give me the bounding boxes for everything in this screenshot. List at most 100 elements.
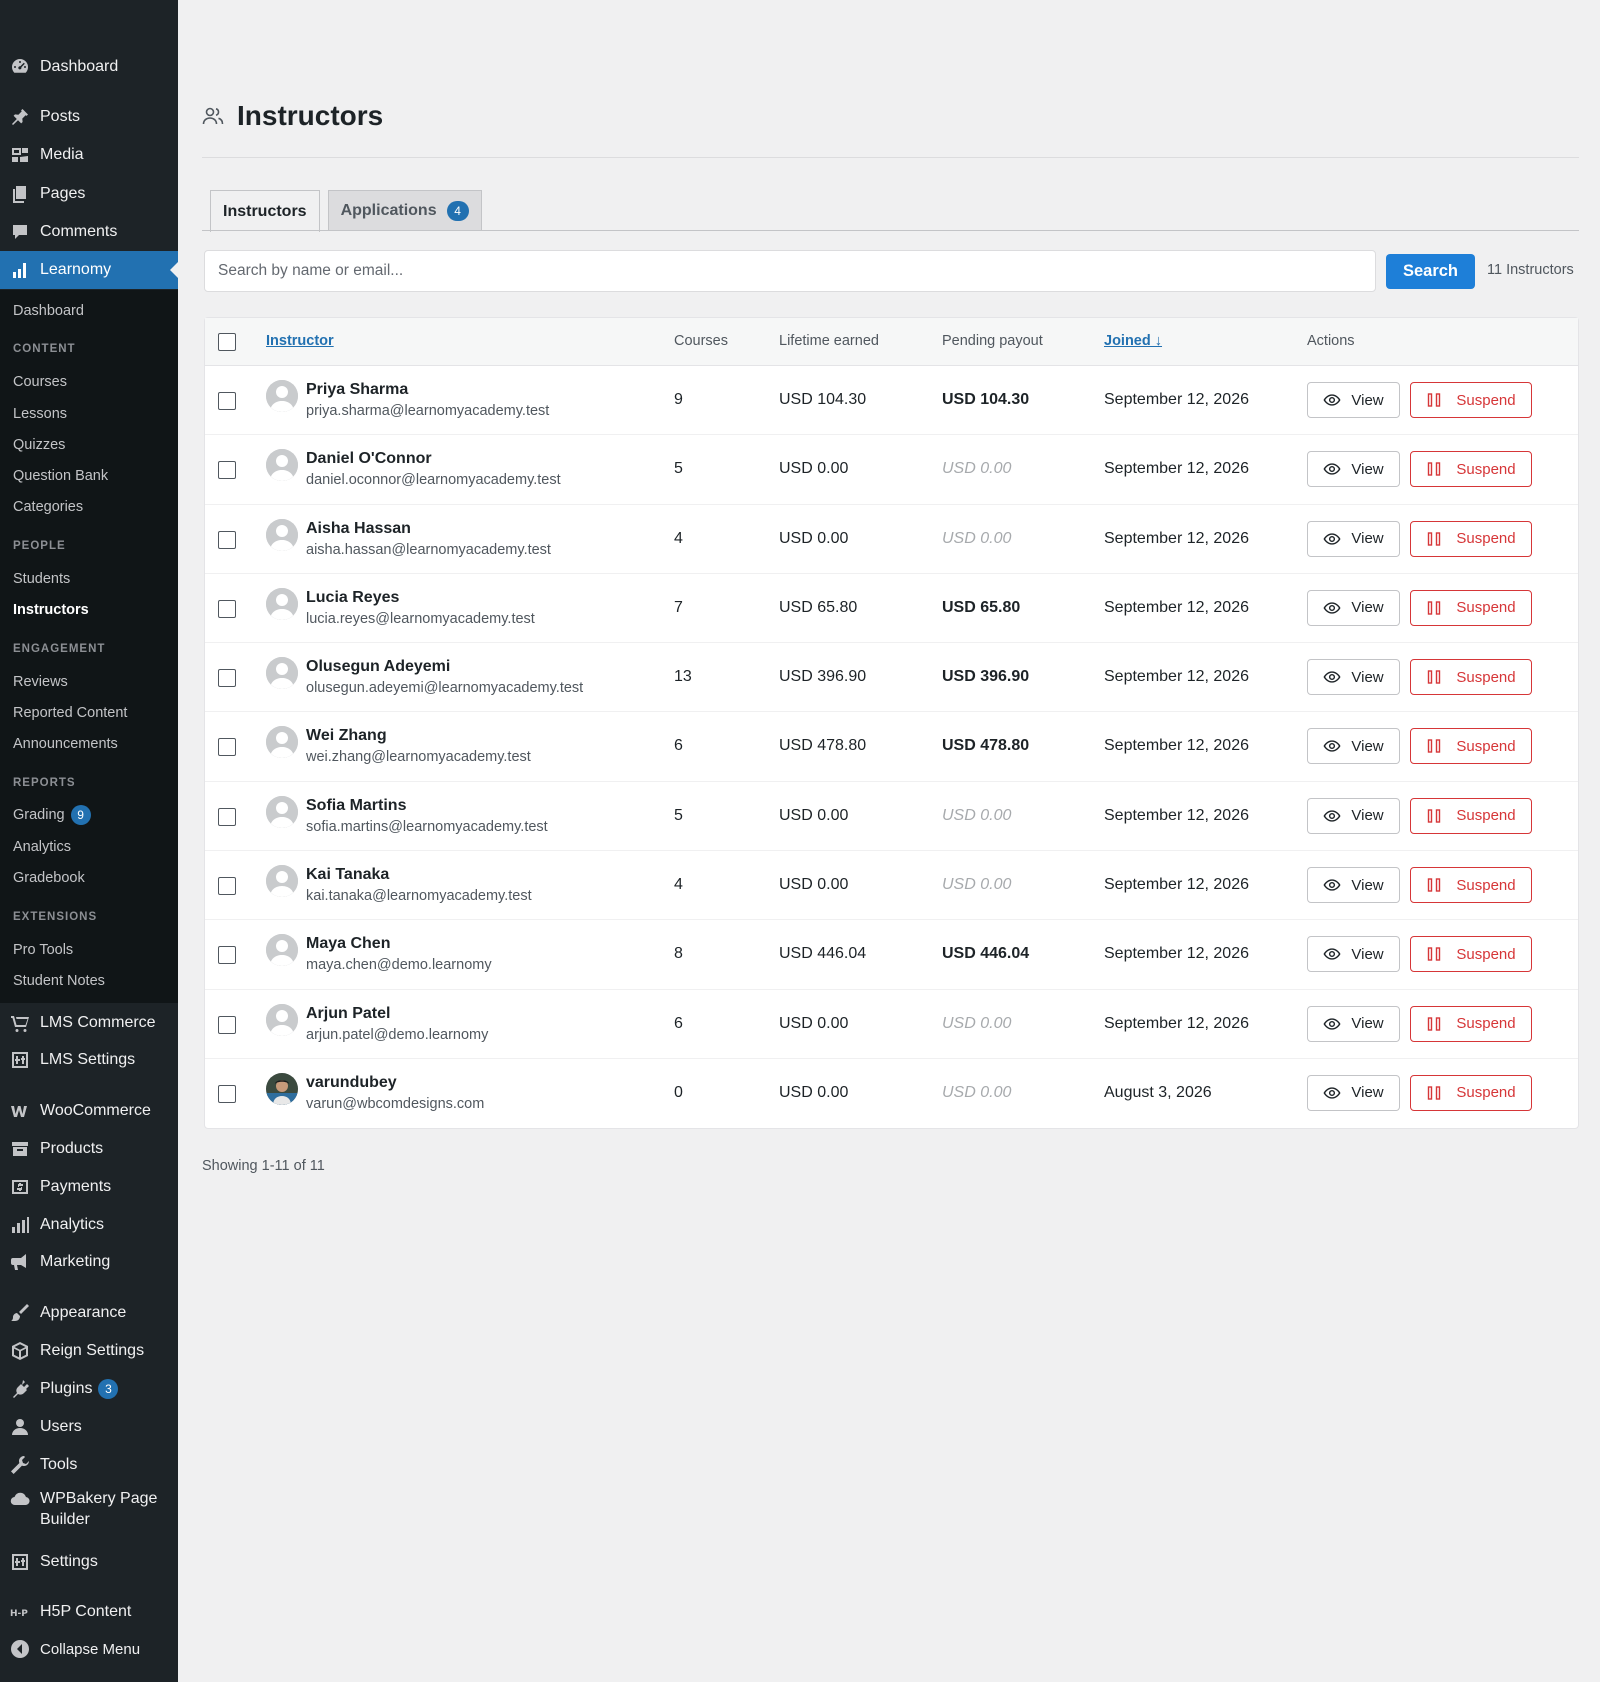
instructor-name[interactable]: Olusegun Adeyemi — [306, 658, 450, 676]
view-button[interactable]: View — [1307, 797, 1400, 834]
submenu-categories[interactable]: Categories — [13, 499, 83, 515]
menu-products[interactable]: Products — [0, 1130, 178, 1168]
lifetime-earned: USD 0.00 — [779, 876, 849, 894]
submenu-grading[interactable]: Grading 9 — [13, 805, 91, 825]
menu-tools[interactable]: Tools — [0, 1446, 178, 1484]
pause-icon — [1428, 1016, 1441, 1031]
search-button[interactable]: Search — [1386, 254, 1475, 289]
row-checkbox[interactable] — [218, 392, 236, 410]
submenu-courses[interactable]: Courses — [13, 374, 67, 390]
row-checkbox[interactable] — [218, 877, 236, 896]
pending-payout: USD 396.90 — [942, 668, 1030, 686]
menu-pages[interactable]: Pages — [0, 175, 178, 213]
plugins-update-badge: 3 — [98, 1379, 119, 1399]
row-checkbox[interactable] — [218, 461, 236, 480]
eye-icon — [1323, 1087, 1341, 1099]
submenu-quizzes[interactable]: Quizzes — [13, 437, 65, 453]
menu-lms-settings[interactable]: LMS Settings — [0, 1041, 178, 1079]
menu-woocommerce[interactable]: WooCommerce — [0, 1092, 178, 1130]
submenu-question-bank[interactable]: Question Bank — [13, 468, 108, 484]
suspend-button[interactable]: Suspend — [1410, 1005, 1532, 1042]
instructor-name[interactable]: Kai Tanaka — [306, 866, 389, 884]
menu-payments[interactable]: Payments — [0, 1168, 178, 1206]
menu-collapse[interactable]: Collapse Menu — [0, 1630, 178, 1668]
instructor-name[interactable]: Aisha Hassan — [306, 520, 411, 538]
view-button[interactable]: View — [1307, 1005, 1400, 1042]
submenu-pro-tools[interactable]: Pro Tools — [13, 942, 73, 958]
row-checkbox[interactable] — [218, 1015, 236, 1034]
suspend-button[interactable]: Suspend — [1410, 797, 1532, 834]
suspend-button[interactable]: Suspend — [1410, 520, 1532, 557]
menu-media[interactable]: Media — [0, 136, 178, 174]
row-checkbox[interactable] — [218, 599, 236, 618]
submenu-reviews[interactable]: Reviews — [13, 674, 68, 690]
search-input[interactable] — [204, 250, 1376, 292]
menu-users[interactable]: Users — [0, 1408, 178, 1446]
menu-learnomy[interactable]: Learnomy — [0, 251, 178, 289]
view-button[interactable]: View — [1307, 382, 1400, 418]
instructor-email: lucia.reyes@learnomyacademy.test — [306, 610, 535, 627]
menu-settings[interactable]: Settings — [0, 1543, 178, 1581]
lifetime-earned: USD 65.80 — [779, 598, 858, 616]
suspend-button[interactable]: Suspend — [1410, 1074, 1532, 1111]
submenu-instructors[interactable]: Instructors — [13, 602, 89, 618]
suspend-button[interactable]: Suspend — [1410, 936, 1532, 973]
row-checkbox[interactable] — [218, 1084, 236, 1103]
view-button[interactable]: View — [1307, 451, 1400, 488]
submenu-announcements[interactable]: Announcements — [13, 736, 118, 752]
view-button[interactable]: View — [1307, 728, 1400, 765]
view-button[interactable]: View — [1307, 936, 1400, 973]
submenu-dashboard[interactable]: Dashboard — [13, 303, 84, 319]
submenu-reported-content[interactable]: Reported Content — [13, 705, 127, 721]
menu-comments[interactable]: Comments — [0, 213, 178, 251]
suspend-button[interactable]: Suspend — [1410, 382, 1532, 418]
pause-icon — [1428, 878, 1441, 892]
submenu-students[interactable]: Students — [13, 571, 70, 587]
suspend-button[interactable]: Suspend — [1410, 867, 1532, 904]
submenu-gradebook[interactable]: Gradebook — [13, 870, 85, 886]
row-checkbox[interactable] — [218, 946, 236, 965]
menu-marketing[interactable]: Marketing — [0, 1243, 178, 1281]
menu-dashboard[interactable]: Dashboard — [0, 48, 178, 86]
view-button[interactable]: View — [1307, 1074, 1400, 1111]
suspend-button[interactable]: Suspend — [1410, 589, 1532, 626]
tab-instructors[interactable]: Instructors — [210, 190, 320, 232]
suspend-button[interactable]: Suspend — [1410, 728, 1532, 765]
row-checkbox[interactable] — [218, 807, 236, 826]
view-button[interactable]: View — [1307, 659, 1400, 696]
menu-wpbakery[interactable]: WPBakery Page Builder — [0, 1484, 178, 1532]
instructor-name[interactable]: Daniel O'Connor — [306, 450, 432, 468]
menu-analytics[interactable]: Analytics — [0, 1206, 178, 1244]
menu-lms-commerce[interactable]: LMS Commerce — [0, 1004, 178, 1042]
menu-appearance[interactable]: Appearance — [0, 1294, 178, 1332]
instructor-name[interactable]: Maya Chen — [306, 935, 390, 953]
column-joined-sort[interactable]: Joined ↓ — [1104, 333, 1162, 349]
menu-posts[interactable]: Posts — [0, 98, 178, 136]
view-button[interactable]: View — [1307, 867, 1400, 904]
select-all-checkbox[interactable] — [218, 333, 236, 351]
submenu-student-notes[interactable]: Student Notes — [13, 973, 105, 989]
row-checkbox[interactable] — [218, 530, 236, 549]
submenu-analytics[interactable]: Analytics — [13, 839, 71, 855]
instructor-name[interactable]: varundubey — [306, 1074, 397, 1092]
suspend-label: Suspend — [1456, 668, 1516, 686]
instructor-name[interactable]: Priya Sharma — [306, 381, 408, 399]
instructor-name[interactable]: Sofia Martins — [306, 797, 406, 815]
view-button[interactable]: View — [1307, 589, 1400, 626]
suspend-button[interactable]: Suspend — [1410, 659, 1532, 696]
view-button[interactable]: View — [1307, 520, 1400, 557]
avatar — [266, 449, 298, 482]
row-checkbox[interactable] — [218, 669, 236, 688]
suspend-button[interactable]: Suspend — [1410, 451, 1532, 488]
submenu-lessons[interactable]: Lessons — [13, 406, 67, 422]
tab-applications[interactable]: Applications 4 — [327, 190, 482, 231]
row-checkbox[interactable] — [218, 738, 236, 757]
menu-plugins[interactable]: Plugins 3 — [0, 1370, 178, 1408]
pause-icon — [1428, 601, 1441, 615]
instructor-name[interactable]: Wei Zhang — [306, 727, 387, 745]
column-instructor-sort[interactable]: Instructor — [266, 333, 334, 349]
menu-reign-settings[interactable]: Reign Settings — [0, 1332, 178, 1370]
menu-h5p[interactable]: H-P H5P Content — [0, 1593, 178, 1631]
instructor-name[interactable]: Lucia Reyes — [306, 589, 399, 607]
instructor-name[interactable]: Arjun Patel — [306, 1005, 390, 1023]
